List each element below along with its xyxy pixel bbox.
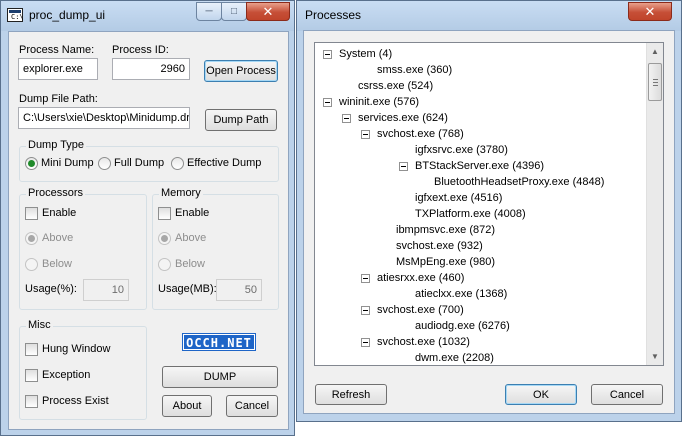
- tree-node[interactable]: BTStackServer.exe (4396): [415, 159, 544, 173]
- scroll-thumb[interactable]: [648, 63, 662, 101]
- tree-node[interactable]: smss.exe (360): [377, 63, 452, 77]
- collapse-toggle-icon[interactable]: [361, 130, 370, 139]
- tree-node[interactable]: csrss.exe (524): [358, 79, 433, 93]
- processors-enable-checkbox[interactable]: [25, 207, 38, 220]
- processes-window-titlebar[interactable]: Processes ✕: [297, 1, 681, 31]
- dump-path-button[interactable]: Dump Path: [205, 109, 277, 131]
- exception-label[interactable]: Exception: [42, 369, 90, 381]
- collapse-toggle-icon[interactable]: [361, 274, 370, 283]
- mini-dump-label[interactable]: Mini Dump: [41, 157, 94, 169]
- memory-usage-label: Usage(MB):: [158, 283, 217, 295]
- tree-node[interactable]: System (4): [339, 47, 392, 61]
- effective-dump-radio[interactable]: [171, 157, 184, 170]
- ok-button[interactable]: OK: [505, 384, 577, 405]
- tree-node[interactable]: svchost.exe (932): [396, 239, 483, 253]
- process-exist-label[interactable]: Process Exist: [42, 395, 109, 407]
- process-name-input[interactable]: explorer.exe: [18, 58, 98, 80]
- dump-button[interactable]: DUMP: [162, 366, 278, 388]
- tree-node[interactable]: svchost.exe (1032): [377, 335, 470, 349]
- processors-usage-input[interactable]: 10: [83, 279, 129, 301]
- processors-above-label: Above: [42, 232, 74, 244]
- dump-window: C:\ proc_dump_ui ─ □ ✕ Process Name: exp…: [0, 0, 295, 436]
- occh-logo: OCCH.NET: [182, 333, 256, 351]
- process-name-label: Process Name:: [19, 44, 95, 56]
- memory-below-radio[interactable]: [158, 258, 171, 271]
- processes-window-title: Processes: [305, 8, 362, 22]
- full-dump-label[interactable]: Full Dump: [114, 157, 164, 169]
- dump-file-path-input[interactable]: C:\Users\xie\Desktop\Minidump.dr: [18, 107, 190, 129]
- tree-node[interactable]: igfxsrvc.exe (3780): [415, 143, 508, 157]
- memory-enable-label[interactable]: Enable: [175, 207, 209, 219]
- process-id-label: Process ID:: [112, 44, 169, 56]
- maximize-icon: □: [230, 6, 238, 17]
- memory-above-radio[interactable]: [158, 232, 171, 245]
- processors-above-radio[interactable]: [25, 232, 38, 245]
- hung-window-label[interactable]: Hung Window: [42, 343, 110, 355]
- tree-node[interactable]: wininit.exe (576): [339, 95, 419, 109]
- tree-node[interactable]: MsMpEng.exe (980): [396, 255, 495, 269]
- scroll-down-arrow-icon[interactable]: ▼: [647, 348, 663, 365]
- process-id-input[interactable]: 2960: [112, 58, 190, 80]
- collapse-toggle-icon[interactable]: [399, 162, 408, 171]
- process-exist-checkbox[interactable]: [25, 395, 38, 408]
- tree-node[interactable]: ibmpmsvc.exe (872): [396, 223, 495, 237]
- tree-node[interactable]: audiodg.exe (6276): [415, 319, 510, 333]
- memory-below-label: Below: [175, 258, 205, 270]
- dump-window-titlebar[interactable]: C:\ proc_dump_ui ─ □ ✕: [1, 1, 294, 31]
- window-title: proc_dump_ui: [29, 8, 106, 22]
- open-process-button[interactable]: Open Process: [204, 60, 278, 82]
- full-dump-radio[interactable]: [98, 157, 111, 170]
- close-icon: ✕: [644, 4, 656, 19]
- processors-below-radio[interactable]: [25, 258, 38, 271]
- tree-node[interactable]: svchost.exe (768): [377, 127, 464, 141]
- close-button[interactable]: ✕: [246, 2, 290, 21]
- tree-node[interactable]: dwm.exe (2208): [415, 351, 494, 365]
- scroll-up-arrow-icon[interactable]: ▲: [647, 43, 663, 60]
- effective-dump-label[interactable]: Effective Dump: [187, 157, 261, 169]
- misc-title: Misc: [26, 319, 53, 331]
- tree-node[interactable]: TXPlatform.exe (4008): [415, 207, 526, 221]
- processors-below-label: Below: [42, 258, 72, 270]
- exception-checkbox[interactable]: [25, 369, 38, 382]
- processors-usage-label: Usage(%):: [25, 283, 77, 295]
- processes-close-button[interactable]: ✕: [628, 2, 672, 21]
- tree-node[interactable]: igfxext.exe (4516): [415, 191, 502, 205]
- maximize-button[interactable]: □: [221, 2, 247, 21]
- hung-window-checkbox[interactable]: [25, 343, 38, 356]
- memory-enable-checkbox[interactable]: [158, 207, 171, 220]
- close-icon: ✕: [262, 4, 274, 19]
- tree-node[interactable]: atiesrxx.exe (460): [377, 271, 464, 285]
- tree-vertical-scrollbar[interactable]: ▲ ▼: [646, 43, 663, 365]
- about-button[interactable]: About: [162, 395, 212, 417]
- tree-node[interactable]: BluetoothHeadsetProxy.exe (4848): [434, 175, 604, 189]
- process-tree[interactable]: System (4) smss.exe (360) csrss.exe (524) w…: [314, 42, 664, 366]
- dump-type-title: Dump Type: [26, 139, 87, 151]
- memory-title: Memory: [159, 187, 203, 199]
- minimize-icon: ─: [205, 6, 213, 17]
- memory-above-label: Above: [175, 232, 207, 244]
- processors-title: Processors: [26, 187, 86, 199]
- collapse-toggle-icon[interactable]: [323, 98, 332, 107]
- refresh-button[interactable]: Refresh: [315, 384, 387, 405]
- collapse-toggle-icon[interactable]: [361, 306, 370, 315]
- memory-usage-input[interactable]: 50: [216, 279, 262, 301]
- collapse-toggle-icon[interactable]: [361, 338, 370, 347]
- tree-node[interactable]: svchost.exe (700): [377, 303, 464, 317]
- collapse-toggle-icon[interactable]: [323, 50, 332, 59]
- processes-cancel-button[interactable]: Cancel: [591, 384, 663, 405]
- mini-dump-radio[interactable]: [25, 157, 38, 170]
- dump-cancel-button[interactable]: Cancel: [226, 395, 278, 417]
- console-app-icon: C:\: [7, 8, 24, 22]
- tree-node[interactable]: atieclxx.exe (1368): [415, 287, 507, 301]
- collapse-toggle-icon[interactable]: [342, 114, 351, 123]
- dump-file-path-label: Dump File Path:: [19, 93, 98, 105]
- minimize-button[interactable]: ─: [196, 2, 222, 21]
- processors-enable-label[interactable]: Enable: [42, 207, 76, 219]
- tree-node[interactable]: services.exe (624): [358, 111, 448, 125]
